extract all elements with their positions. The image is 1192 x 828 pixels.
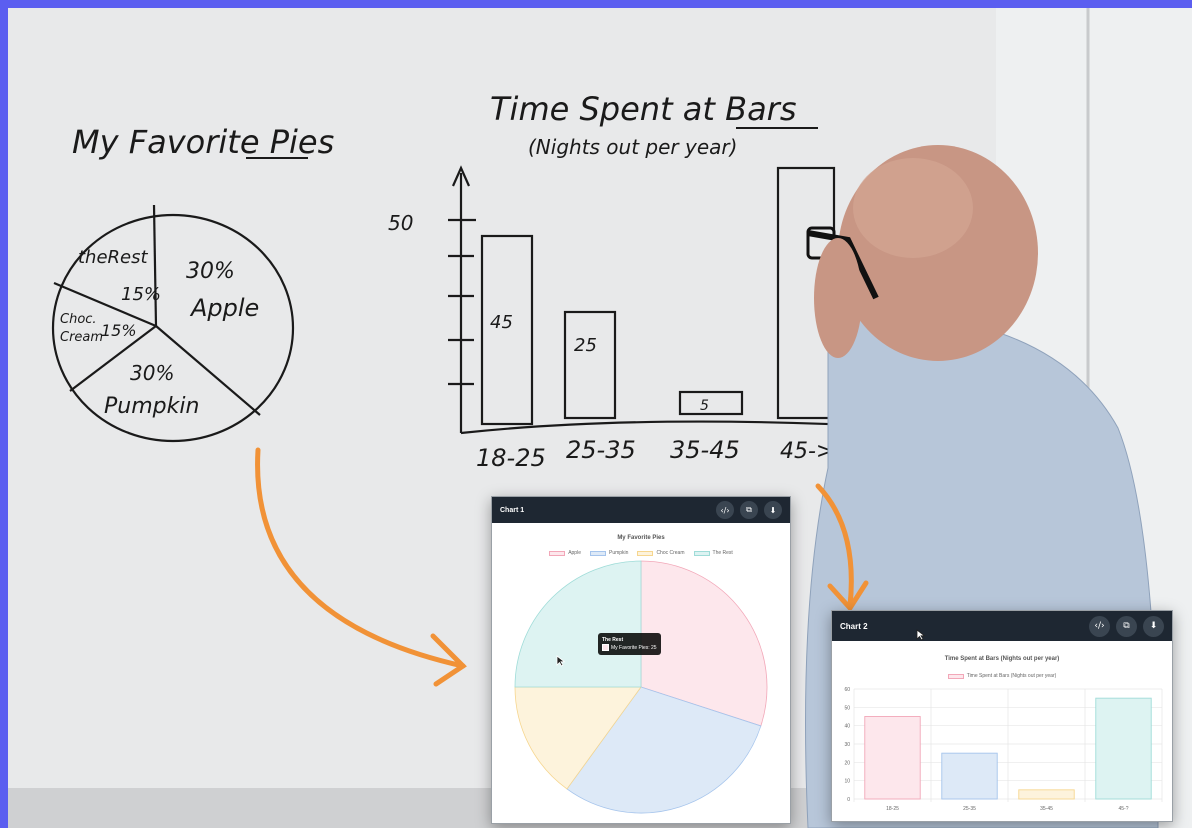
legend-label: Pumpkin xyxy=(608,550,629,556)
bar-18-25[interactable] xyxy=(864,716,921,800)
chart1-title: Chart 1 xyxy=(500,506,525,514)
hand-bar-cat-3: 35-45 xyxy=(670,436,740,464)
bar-25-35[interactable] xyxy=(941,752,998,800)
bar-chart[interactable]: 0 10 20 30 40 50 60 18-25 25-35 35-45 45-? xyxy=(832,681,1172,821)
tooltip-swatch xyxy=(602,644,609,652)
tooltip-body: My Favorite Pies: 25 xyxy=(602,644,657,652)
pie-legend: Apple Pumpkin Choc Cream The Rest xyxy=(492,550,790,556)
legend-swatch xyxy=(693,550,710,556)
x-tick-label: 18-25 xyxy=(886,806,899,812)
hand-label-pumpkin: Pumpkin xyxy=(104,394,199,419)
legend-swatch xyxy=(549,550,566,556)
legend-item[interactable]: Apple xyxy=(549,550,581,556)
x-tick-label: 35-45 xyxy=(1040,806,1053,812)
pie-chart-title: My Favorite Pies xyxy=(617,535,665,541)
bar-45-?[interactable] xyxy=(1095,697,1152,800)
hand-bar-value-3: 5 xyxy=(700,398,709,414)
embed-code-button[interactable]: ‹/› xyxy=(1089,615,1110,637)
mouse-cursor-icon xyxy=(556,655,566,667)
embed-code-button[interactable]: ‹/› xyxy=(716,501,734,519)
pie-slice-the-rest[interactable] xyxy=(514,560,642,688)
hand-label-choc-pct: 15% xyxy=(101,321,137,340)
legend-item[interactable]: Pumpkin xyxy=(589,550,629,556)
y-tick-label: 0 xyxy=(847,797,850,803)
bar-legend: Time Spent at Bars (Nights out per year) xyxy=(832,673,1172,679)
mouse-cursor-icon xyxy=(916,629,926,641)
hand-bar-value-1: 45 xyxy=(490,312,513,333)
legend-item[interactable]: Choc Cream xyxy=(637,550,685,556)
chart1-panel: Chart 1 ‹/› ⧉ ⬇ My Favorite Pies Apple Pu… xyxy=(491,496,791,824)
legend-item[interactable]: Time Spent at Bars (Nights out per year) xyxy=(947,673,1057,679)
chart2-title: Chart 2 xyxy=(840,621,868,631)
hand-pie-title: My Favorite Pies xyxy=(72,123,334,161)
download-button[interactable]: ⬇ xyxy=(1143,615,1164,637)
tooltip-title: The Rest xyxy=(602,637,624,643)
hand-label-choc-2: Cream xyxy=(60,330,103,345)
y-tick-label: 40 xyxy=(844,724,850,730)
hand-label-rest-pct: 15% xyxy=(121,284,161,305)
hand-bar-cat-1: 18-25 xyxy=(476,444,546,472)
chart2-header: Chart 2 ‹/› ⧉ ⬇ xyxy=(832,611,1172,641)
legend-swatch xyxy=(637,550,654,556)
hand-bar-cat-2: 25-35 xyxy=(566,436,636,464)
y-tick-label: 10 xyxy=(844,779,850,785)
hand-label-apple-pct: 30% xyxy=(186,259,235,284)
hand-bar-value-2: 25 xyxy=(574,335,597,356)
chart1-toolbar: ‹/› ⧉ ⬇ xyxy=(716,501,782,519)
chart1-header: Chart 1 ‹/› ⧉ ⬇ xyxy=(492,497,790,523)
hand-label-apple: Apple xyxy=(189,294,259,322)
bar-35-45[interactable] xyxy=(1018,789,1075,800)
y-tick-label: 30 xyxy=(844,742,850,748)
hand-label-pumpkin-pct: 30% xyxy=(130,361,174,385)
hand-bar-y-mark: 50 xyxy=(388,211,413,235)
legend-swatch xyxy=(589,550,606,556)
pie-tooltip: The Rest My Favorite Pies: 25 xyxy=(598,633,661,655)
copy-button[interactable]: ⧉ xyxy=(740,501,758,519)
download-button[interactable]: ⬇ xyxy=(764,501,782,519)
legend-swatch xyxy=(947,673,964,679)
y-tick-label: 60 xyxy=(844,687,850,693)
copy-button[interactable]: ⧉ xyxy=(1116,615,1137,637)
pie-chart[interactable] xyxy=(492,559,790,821)
hand-label-choc-1: Choc. xyxy=(60,312,97,327)
bar-chart-title: Time Spent at Bars (Nights out per year) xyxy=(944,656,1060,662)
chart2-panel: Chart 2 ‹/› ⧉ ⬇ Time Spent at Bars (Nigh… xyxy=(831,610,1173,822)
legend-label: Time Spent at Bars (Nights out per year) xyxy=(966,673,1057,679)
legend-label: The Rest xyxy=(712,550,733,556)
legend-label: Apple xyxy=(568,550,581,556)
x-tick-label: 45-? xyxy=(1118,806,1128,812)
hand-bar-subtitle: (Nights out per year) xyxy=(528,135,737,159)
y-tick-label: 20 xyxy=(844,760,850,766)
chart2-toolbar: ‹/› ⧉ ⬇ xyxy=(1089,615,1164,637)
hand-bar-title: Time Spent at Bars xyxy=(490,90,797,128)
tooltip-value: My Favorite Pies: 25 xyxy=(611,645,657,651)
legend-label: Choc Cream xyxy=(656,550,685,556)
y-tick-label: 50 xyxy=(844,705,850,711)
legend-item[interactable]: The Rest xyxy=(693,550,733,556)
hand-label-rest: theRest xyxy=(78,247,148,268)
x-tick-label: 25-35 xyxy=(963,806,976,812)
